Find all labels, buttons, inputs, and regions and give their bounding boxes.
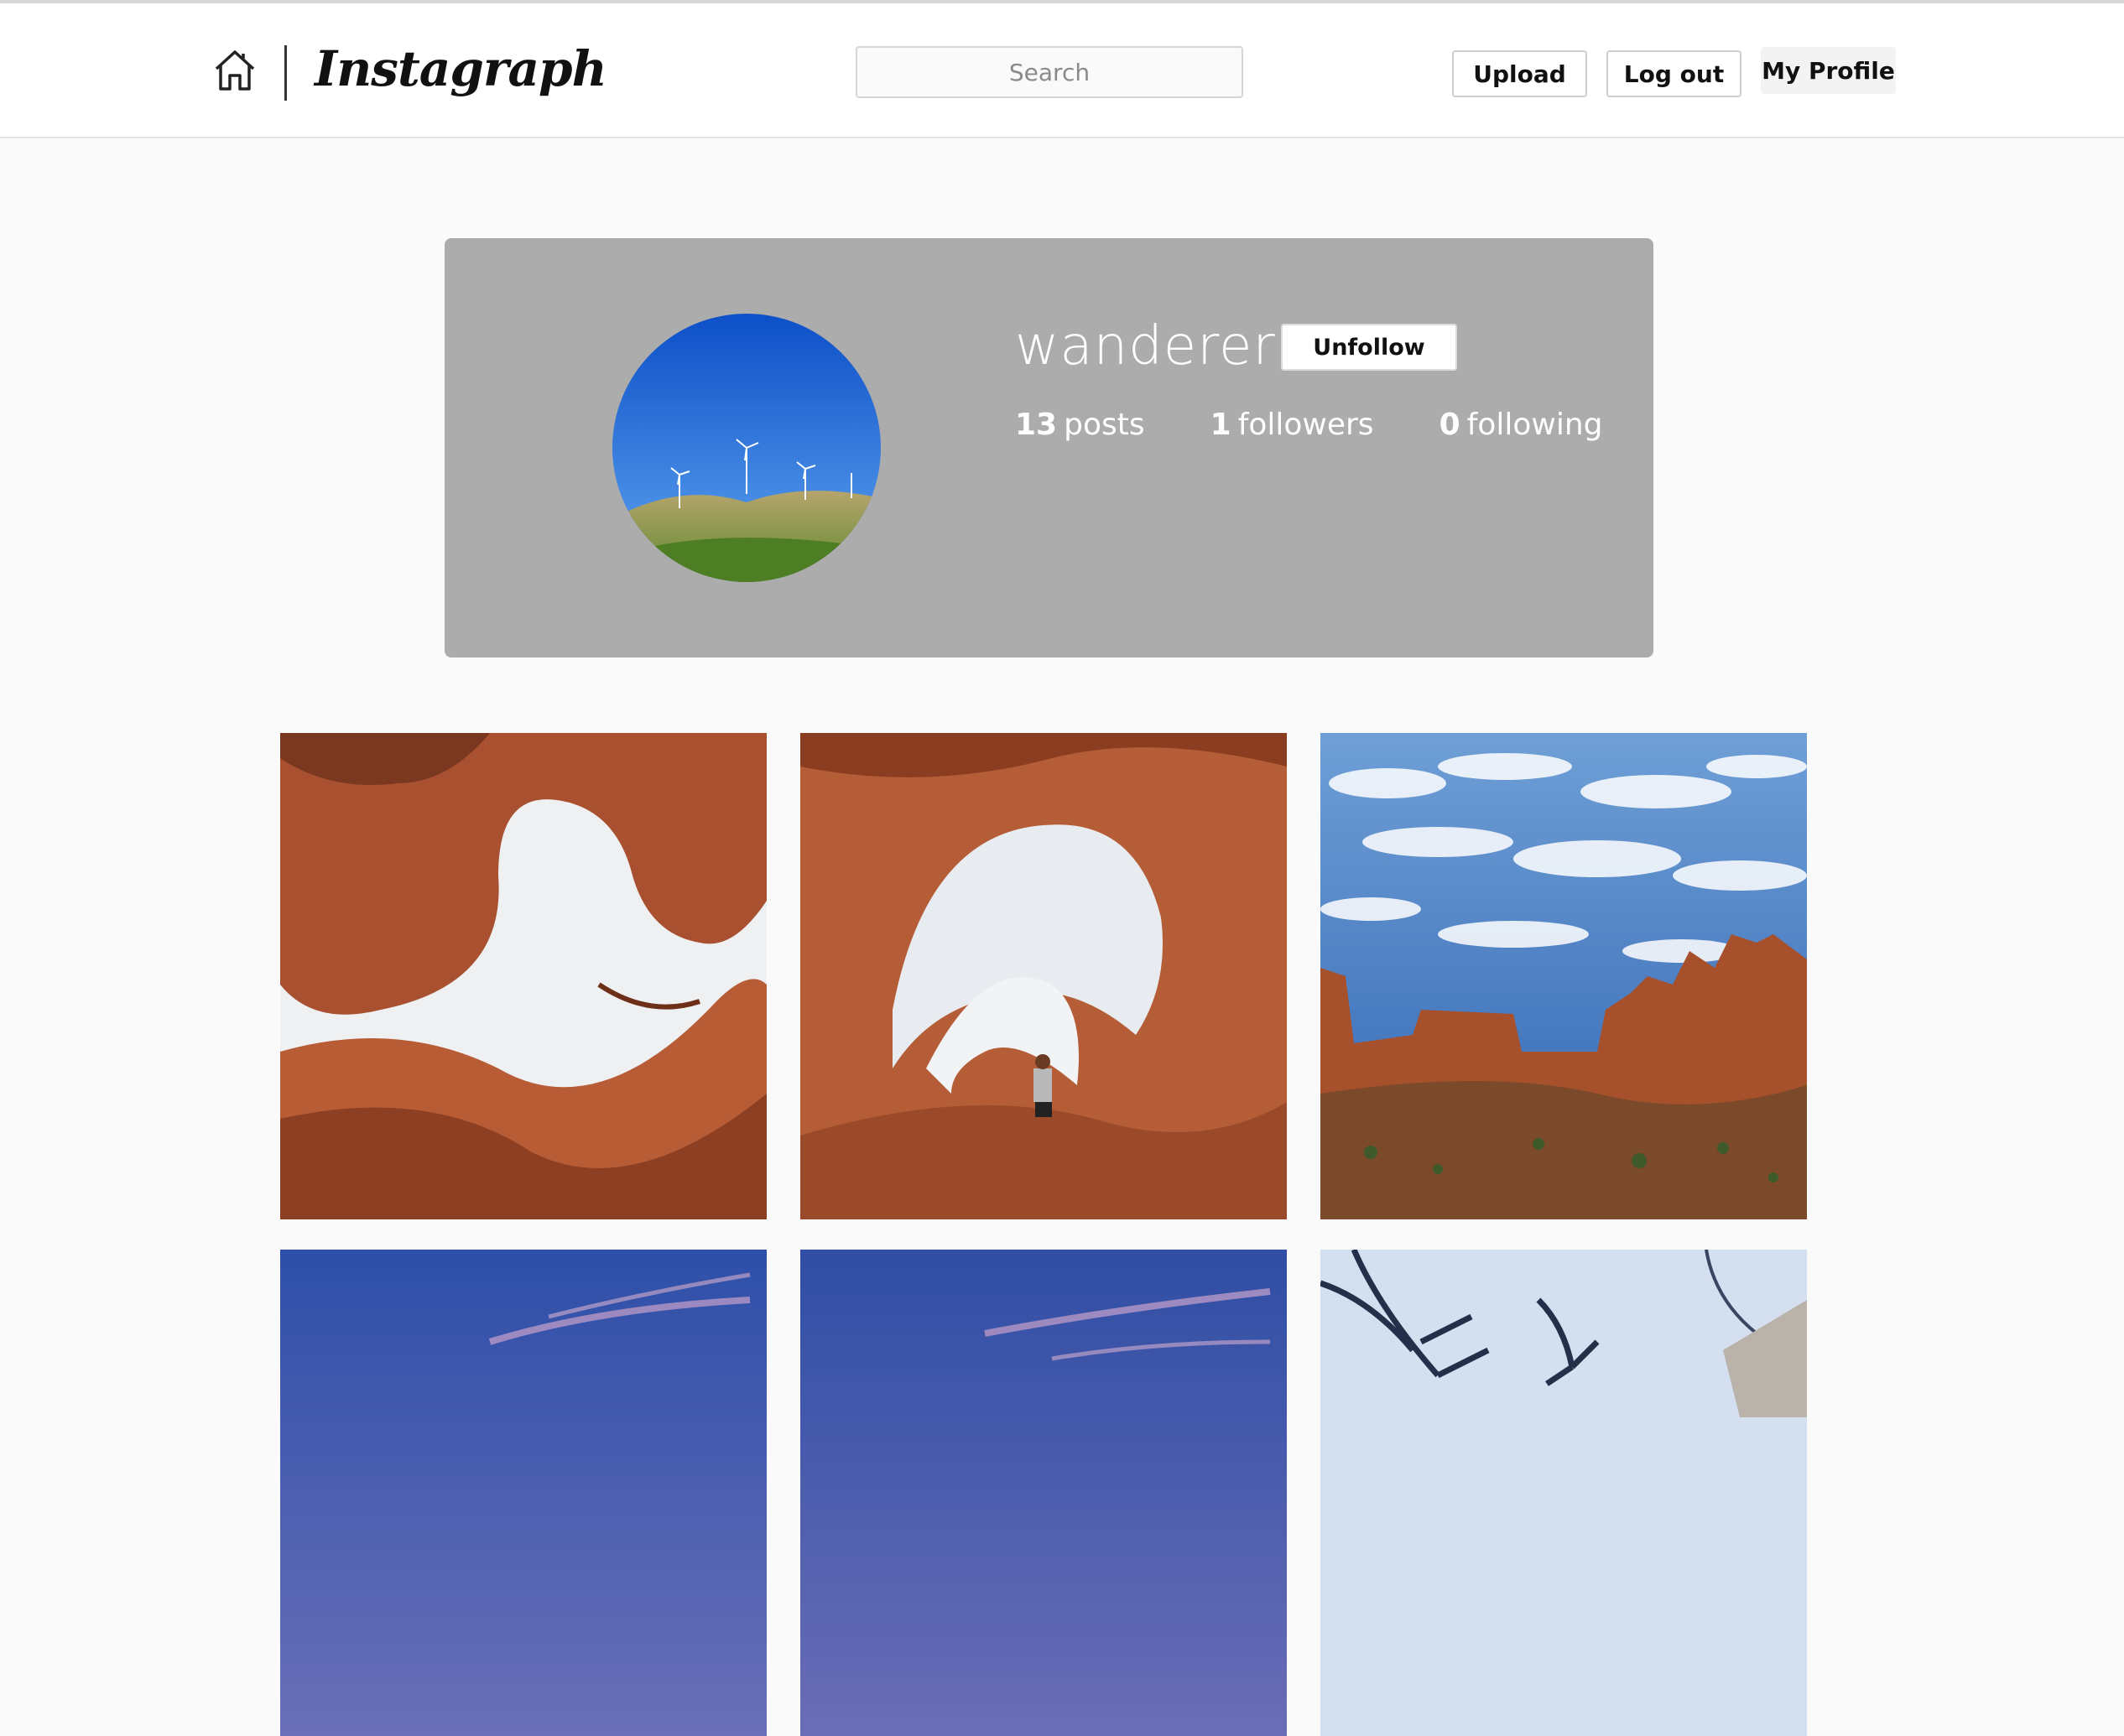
post-thumbnail[interactable] [280,1250,767,1736]
following-count: 0 [1439,408,1460,442]
my-profile-button[interactable]: My Profile [1761,47,1896,94]
top-navbar: Instagraph Upload Log out My Profile [0,3,2124,138]
profile-card: wanderer Unfollow 13 posts 1 followers 0 fo… [445,238,1653,657]
home-icon[interactable] [211,47,258,94]
followers-label: followers [1237,408,1374,442]
followers-count: 1 [1210,408,1231,442]
post-thumbnail[interactable] [800,1250,1287,1736]
post-thumbnail[interactable] [1320,733,1807,1219]
upload-button[interactable]: Upload [1452,50,1587,97]
logout-button[interactable]: Log out [1606,50,1741,97]
post-thumbnail[interactable] [1320,1250,1807,1736]
following-label: following [1466,408,1603,442]
posts-count: 13 [1015,408,1058,442]
posts-stat: 13 posts [1015,408,1145,442]
profile-username: wanderer [1015,315,1276,377]
app-logo[interactable]: Instagraph [315,40,607,97]
followers-stat[interactable]: 1 followers [1210,408,1374,442]
search-input[interactable] [856,46,1243,98]
unfollow-button[interactable]: Unfollow [1281,324,1457,371]
posts-label: posts [1064,408,1145,442]
avatar [612,314,881,582]
post-thumbnail[interactable] [800,733,1287,1219]
following-stat[interactable]: 0 following [1439,408,1603,442]
profile-stats: 13 posts 1 followers 0 following [1015,408,1602,442]
logo-divider [284,45,287,101]
post-thumbnail[interactable] [280,733,767,1219]
